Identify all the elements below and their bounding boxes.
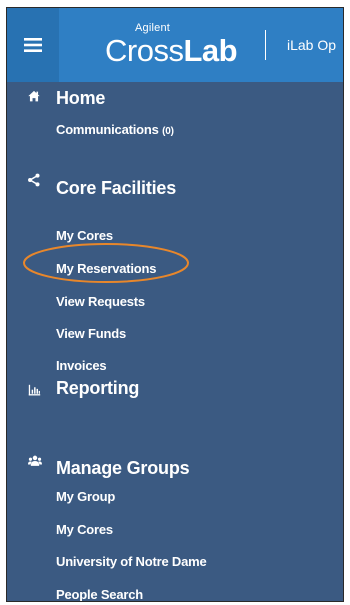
nav-section-home[interactable]: Home xyxy=(7,82,307,112)
home-icon xyxy=(28,90,40,102)
app-title: iLab Op xyxy=(287,37,337,53)
communications-count-badge: (0) xyxy=(162,126,174,137)
hamburger-icon xyxy=(24,38,42,52)
menu-toggle-button[interactable] xyxy=(7,8,59,82)
nav-item-my-group[interactable]: My Group xyxy=(56,489,115,504)
app-frame: Agilent CrossLab iLab Op Home Communicat… xyxy=(6,7,344,602)
nav-item-communications-label: Communications xyxy=(56,122,159,137)
users-icon xyxy=(28,455,42,466)
nav-item-view-funds[interactable]: View Funds xyxy=(56,326,126,341)
brand-crosslab-text: CrossLab xyxy=(105,33,238,69)
nav-item-my-reservations[interactable]: My Reservations xyxy=(56,261,157,276)
nav-section-manage-groups[interactable]: Manage Groups xyxy=(7,452,307,482)
nav-section-reporting-label: Reporting xyxy=(56,378,140,398)
nav-item-view-requests[interactable]: View Requests xyxy=(56,294,145,309)
nav-item-my-cores-groups[interactable]: My Cores xyxy=(56,522,113,537)
brand-lab: Lab xyxy=(183,33,238,68)
nav-item-my-cores[interactable]: My Cores xyxy=(56,228,113,243)
brand-logo[interactable]: Agilent CrossLab xyxy=(105,22,238,70)
nav-item-university[interactable]: University of Notre Dame xyxy=(56,554,207,569)
header-divider xyxy=(265,30,266,60)
brand-cross: Cross xyxy=(105,33,184,68)
top-bar: Agilent CrossLab iLab Op xyxy=(7,8,343,82)
nav-section-reporting[interactable]: Reporting xyxy=(7,370,307,406)
bar-chart-icon xyxy=(28,384,41,396)
nav-item-communications[interactable]: Communications (0) xyxy=(56,122,174,137)
nav-section-manage-groups-label: Manage Groups xyxy=(56,458,190,478)
nav-section-core-facilities[interactable]: Core Facilities xyxy=(7,166,307,198)
nav-section-home-label: Home xyxy=(56,88,106,108)
share-icon xyxy=(28,173,40,187)
nav-item-people-search[interactable]: People Search xyxy=(56,587,143,601)
nav-section-core-facilities-label: Core Facilities xyxy=(56,178,177,198)
